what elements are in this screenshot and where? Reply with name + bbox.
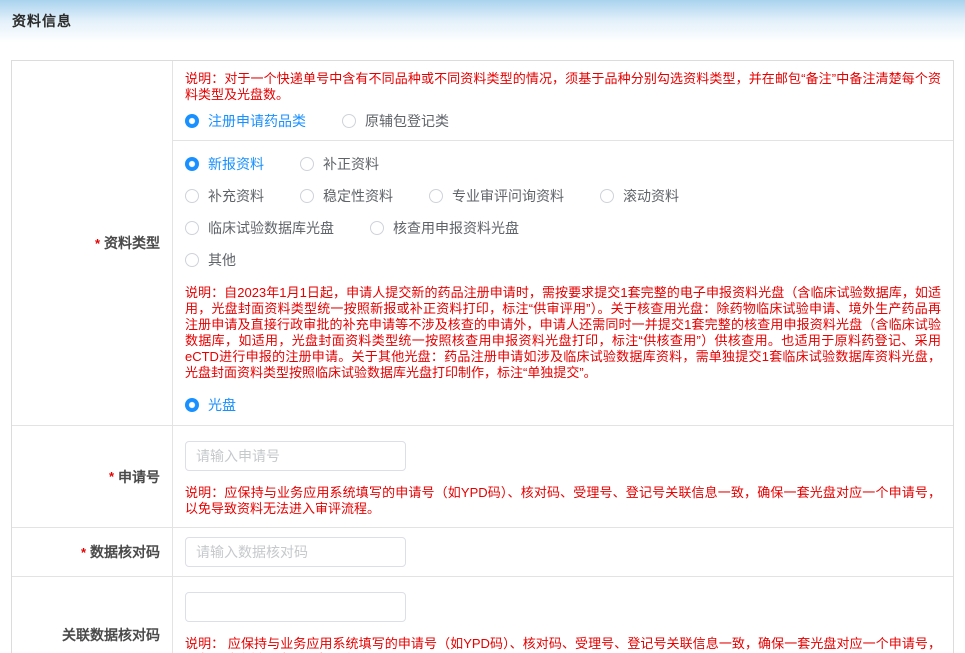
material-type-label-cell: * 资料类型 xyxy=(12,61,173,425)
data-check-code-content-cell xyxy=(173,528,953,576)
application-no-label: 申请号 xyxy=(118,467,160,487)
radio-unchecked-icon xyxy=(300,157,314,171)
radio-label: 稳定性资料 xyxy=(323,186,393,206)
material-category-section: 说明：对于一个快递单号中含有不同品种或不同资料类型的情况，须基于品种分别勾选资料… xyxy=(173,61,953,141)
radio-label: 专业审评问询资料 xyxy=(452,186,564,206)
material-type-content-cell: 说明：对于一个快递单号中含有不同品种或不同资料类型的情况，须基于品种分别勾选资料… xyxy=(173,61,953,425)
material-type-radio-line-2: 补充资料 稳定性资料 专业审评问询资料 滚动资料 xyxy=(185,180,941,212)
radio-label: 核查用申报资料光盘 xyxy=(393,218,519,238)
radio-checked-icon xyxy=(185,114,199,128)
radio-unchecked-icon xyxy=(342,114,356,128)
radio-unchecked-icon xyxy=(429,189,443,203)
row-data-check-code: * 数据核对码 xyxy=(12,528,953,577)
radio-disc[interactable]: 光盘 xyxy=(185,395,236,415)
radio-label: 补正资料 xyxy=(323,154,379,174)
related-data-check-code-note: 说明： 应保持与业务应用系统填写的申请号（如YPD码）、核对码、受理号、登记号关… xyxy=(185,636,941,653)
required-asterisk: * xyxy=(109,469,114,484)
radio-verification-material-disc[interactable]: 核查用申报资料光盘 xyxy=(370,218,519,238)
row-related-data-check-code: 关联数据核对码 说明： 应保持与业务应用系统填写的申请号（如YPD码）、核对码、… xyxy=(12,577,953,653)
material-category-note: 说明：对于一个快递单号中含有不同品种或不同资料类型的情况，须基于品种分别勾选资料… xyxy=(185,71,941,103)
radio-unchecked-icon xyxy=(300,189,314,203)
page-header: 资料信息 xyxy=(0,0,965,46)
radio-stability-material[interactable]: 稳定性资料 xyxy=(300,186,393,206)
radio-rolling-material[interactable]: 滚动资料 xyxy=(600,186,679,206)
application-no-content-cell: 说明：应保持与业务应用系统填写的申请号（如YPD码）、核对码、受理号、登记号关联… xyxy=(173,426,953,527)
application-no-input[interactable] xyxy=(185,441,406,471)
material-type-note: 说明：自2023年1月1日起，申请人提交新的药品注册申请时，需按要求提交1套完整… xyxy=(185,285,941,381)
material-type-section: 新报资料 补正资料 补充资料 稳定性资料 xyxy=(173,141,953,425)
data-check-code-input[interactable] xyxy=(185,537,406,567)
related-data-check-code-input[interactable] xyxy=(185,592,406,622)
application-no-label-cell: * 申请号 xyxy=(12,426,173,527)
radio-label: 原辅包登记类 xyxy=(365,111,449,131)
radio-excipient-registration[interactable]: 原辅包登记类 xyxy=(342,111,449,131)
radio-supplementary-material[interactable]: 补充资料 xyxy=(185,186,264,206)
radio-correction-material[interactable]: 补正资料 xyxy=(300,154,379,174)
material-type-label: 资料类型 xyxy=(104,233,160,253)
data-check-code-label: 数据核对码 xyxy=(90,542,160,562)
material-type-radio-line-1: 新报资料 补正资料 xyxy=(185,148,941,180)
required-asterisk: * xyxy=(95,236,100,251)
radio-label: 滚动资料 xyxy=(623,186,679,206)
radio-clinical-trial-database-disc[interactable]: 临床试验数据库光盘 xyxy=(185,218,334,238)
media-radio-group: 光盘 xyxy=(185,393,941,417)
related-data-check-code-label-cell: 关联数据核对码 xyxy=(12,577,173,653)
row-material-type: * 资料类型 说明：对于一个快递单号中含有不同品种或不同资料类型的情况，须基于品… xyxy=(12,61,953,426)
data-check-code-label-cell: * 数据核对码 xyxy=(12,528,173,576)
radio-unchecked-icon xyxy=(185,221,199,235)
radio-label: 临床试验数据库光盘 xyxy=(208,218,334,238)
radio-label: 光盘 xyxy=(208,395,236,415)
page-title: 资料信息 xyxy=(12,11,953,31)
application-no-note: 说明：应保持与业务应用系统填写的申请号（如YPD码）、核对码、受理号、登记号关联… xyxy=(185,485,941,517)
radio-unchecked-icon xyxy=(185,253,199,267)
radio-review-inquiry-material[interactable]: 专业审评问询资料 xyxy=(429,186,564,206)
material-type-radio-line-4: 其他 xyxy=(185,244,941,276)
radio-label: 新报资料 xyxy=(208,154,264,174)
related-data-check-code-content-cell: 说明： 应保持与业务应用系统填写的申请号（如YPD码）、核对码、受理号、登记号关… xyxy=(173,577,953,653)
radio-label: 补充资料 xyxy=(208,186,264,206)
radio-unchecked-icon xyxy=(600,189,614,203)
material-category-radio-group: 注册申请药品类 原辅包登记类 xyxy=(185,109,941,133)
row-application-no: * 申请号 说明：应保持与业务应用系统填写的申请号（如YPD码）、核对码、受理号… xyxy=(12,426,953,528)
material-type-radio-line-3: 临床试验数据库光盘 核查用申报资料光盘 xyxy=(185,212,941,244)
radio-new-submission[interactable]: 新报资料 xyxy=(185,154,264,174)
radio-label: 注册申请药品类 xyxy=(208,111,306,131)
radio-checked-icon xyxy=(185,157,199,171)
radio-unchecked-icon xyxy=(185,189,199,203)
radio-label: 其他 xyxy=(208,250,236,270)
radio-registration-drug[interactable]: 注册申请药品类 xyxy=(185,111,306,131)
radio-other[interactable]: 其他 xyxy=(185,250,236,270)
radio-unchecked-icon xyxy=(370,221,384,235)
material-info-form: * 资料类型 说明：对于一个快递单号中含有不同品种或不同资料类型的情况，须基于品… xyxy=(11,60,954,653)
radio-checked-icon xyxy=(185,398,199,412)
related-data-check-code-label: 关联数据核对码 xyxy=(62,625,160,645)
required-asterisk: * xyxy=(81,545,86,560)
